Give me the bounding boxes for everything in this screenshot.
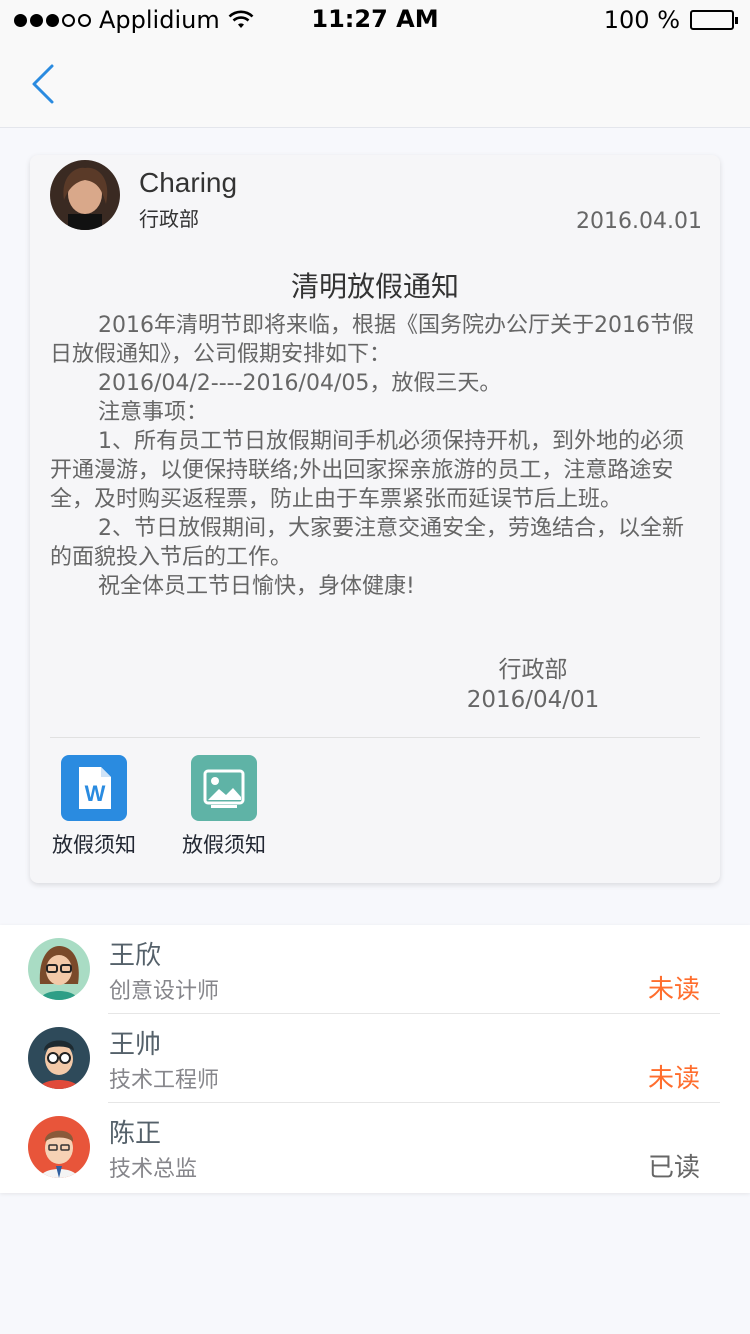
status-bar: Applidium 11:27 AM 100 % <box>0 0 750 40</box>
notice-paragraph: 2、节日放假期间，大家要注意交通安全，劳逸结合，以全新的面貌投入节后的工作。 <box>50 516 684 570</box>
notice-paragraph: 2016年清明节即将来临，根据《国务院办公厅关于2016节假日放假通知》，公司假… <box>50 313 694 367</box>
recipient-name: 王欣 <box>109 941 162 971</box>
word-file-icon: W <box>61 755 127 821</box>
recipient-role: 技术工程师 <box>109 1068 220 1093</box>
notice-paragraph: 注意事项： <box>98 400 209 425</box>
sender-department: 行政部 <box>139 207 199 231</box>
back-chevron-icon[interactable] <box>26 60 66 108</box>
recipient-role: 创意设计师 <box>109 979 220 1004</box>
woman-glasses-avatar-icon <box>28 938 90 1000</box>
signature-date: 2016/04/01 <box>466 687 600 713</box>
sender-avatar <box>50 160 120 230</box>
status-right: 100 % <box>603 6 738 34</box>
read-status: 已读 <box>647 1153 700 1183</box>
image-file-icon <box>191 755 257 821</box>
battery-icon <box>690 10 738 30</box>
notice-paragraph: 1、所有员工节日放假期间手机必须保持开机，到外地的必须开通漫游，以便保持联络;外… <box>50 429 684 512</box>
person-photo-icon <box>50 160 120 230</box>
list-item[interactable]: 陈正 技术总监 已读 <box>0 1103 750 1192</box>
attachment-word[interactable]: W 放假须知 <box>44 755 144 859</box>
recipient-list: 王欣 创意设计师 未读 王帅 技术工程师 未读 陈正 技术总监 已读 <box>0 925 750 1193</box>
attachment-image[interactable]: 放假须知 <box>174 755 274 859</box>
man-avatar-icon <box>28 1116 90 1178</box>
read-status: 未读 <box>647 1064 700 1094</box>
notice-date: 2016.04.01 <box>576 209 702 234</box>
notice-title: 清明放假通知 <box>290 270 459 303</box>
attachment-label: 放假须知 <box>182 833 266 857</box>
notice-paragraph: 祝全体员工节日愉快，身体健康! <box>98 574 415 599</box>
notice-card: Charing 行政部 2016.04.01 清明放假通知 2016年清明节即将… <box>30 155 720 883</box>
list-item[interactable]: 王帅 技术工程师 未读 <box>0 1014 750 1103</box>
avatar <box>28 938 90 1000</box>
recipient-role: 技术总监 <box>109 1157 198 1182</box>
nav-bar <box>0 40 750 128</box>
read-status: 未读 <box>647 975 700 1005</box>
avatar <box>28 1027 90 1089</box>
divider <box>50 737 700 738</box>
list-item[interactable]: 王欣 创意设计师 未读 <box>0 925 750 1014</box>
sender-name: Charing <box>139 167 238 198</box>
recipient-name: 王帅 <box>109 1030 162 1060</box>
svg-text:W: W <box>85 781 106 806</box>
notice-signature: 行政部 2016/04/01 <box>458 655 608 715</box>
recipient-name: 陈正 <box>109 1119 162 1149</box>
signature-department: 行政部 <box>498 657 568 683</box>
man-glasses-avatar-icon <box>28 1027 90 1089</box>
attachment-label: 放假须知 <box>52 833 136 857</box>
battery-percent: 100 % <box>603 6 680 34</box>
notice-body: 2016年清明节即将来临，根据《国务院办公厅关于2016节假日放假通知》，公司假… <box>50 311 700 601</box>
notice-paragraph: 2016/04/2----2016/04/05，放假三天。 <box>98 371 502 396</box>
avatar <box>28 1116 90 1178</box>
